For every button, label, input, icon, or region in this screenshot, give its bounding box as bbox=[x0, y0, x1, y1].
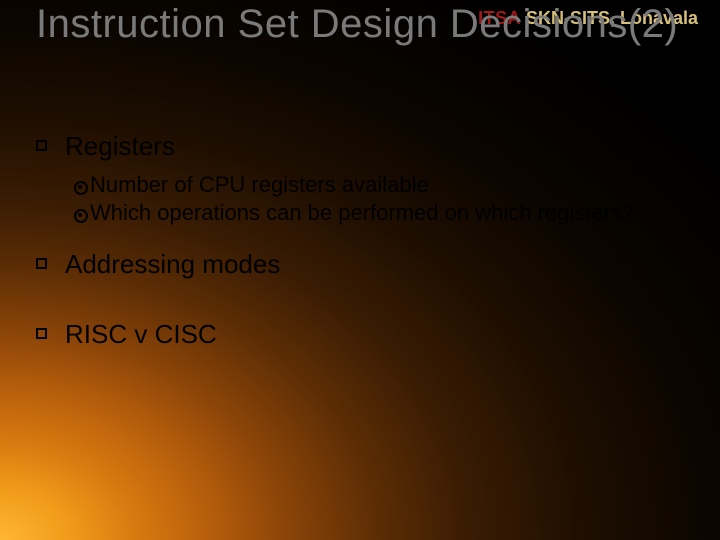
list-item: RISC v CISC bbox=[36, 318, 684, 351]
sub-item-label: Which operations can be performed on whi… bbox=[90, 200, 634, 225]
square-bullet-icon bbox=[36, 258, 47, 269]
sub-list-item: Which operations can be performed on whi… bbox=[72, 199, 684, 228]
list-item: Registers bbox=[36, 130, 684, 163]
slide-title: Instruction Set Design Decisions(2) bbox=[36, 2, 680, 47]
target-bullet-icon bbox=[72, 207, 86, 221]
list-item-label: Registers bbox=[65, 130, 175, 163]
list-item-label: RISC v CISC bbox=[65, 318, 217, 351]
list-item-label: Addressing modes bbox=[65, 248, 280, 281]
square-bullet-icon bbox=[36, 328, 47, 339]
list-item: Addressing modes bbox=[36, 248, 684, 281]
slide-body: Registers Number of CPU registers availa… bbox=[36, 130, 684, 359]
sub-list-item: Number of CPU registers available bbox=[72, 171, 684, 200]
square-bullet-icon bbox=[36, 140, 47, 151]
sub-list: Number of CPU registers available Which … bbox=[72, 171, 684, 228]
target-bullet-icon bbox=[72, 179, 86, 193]
sub-item-label: Number of CPU registers available bbox=[90, 172, 429, 197]
